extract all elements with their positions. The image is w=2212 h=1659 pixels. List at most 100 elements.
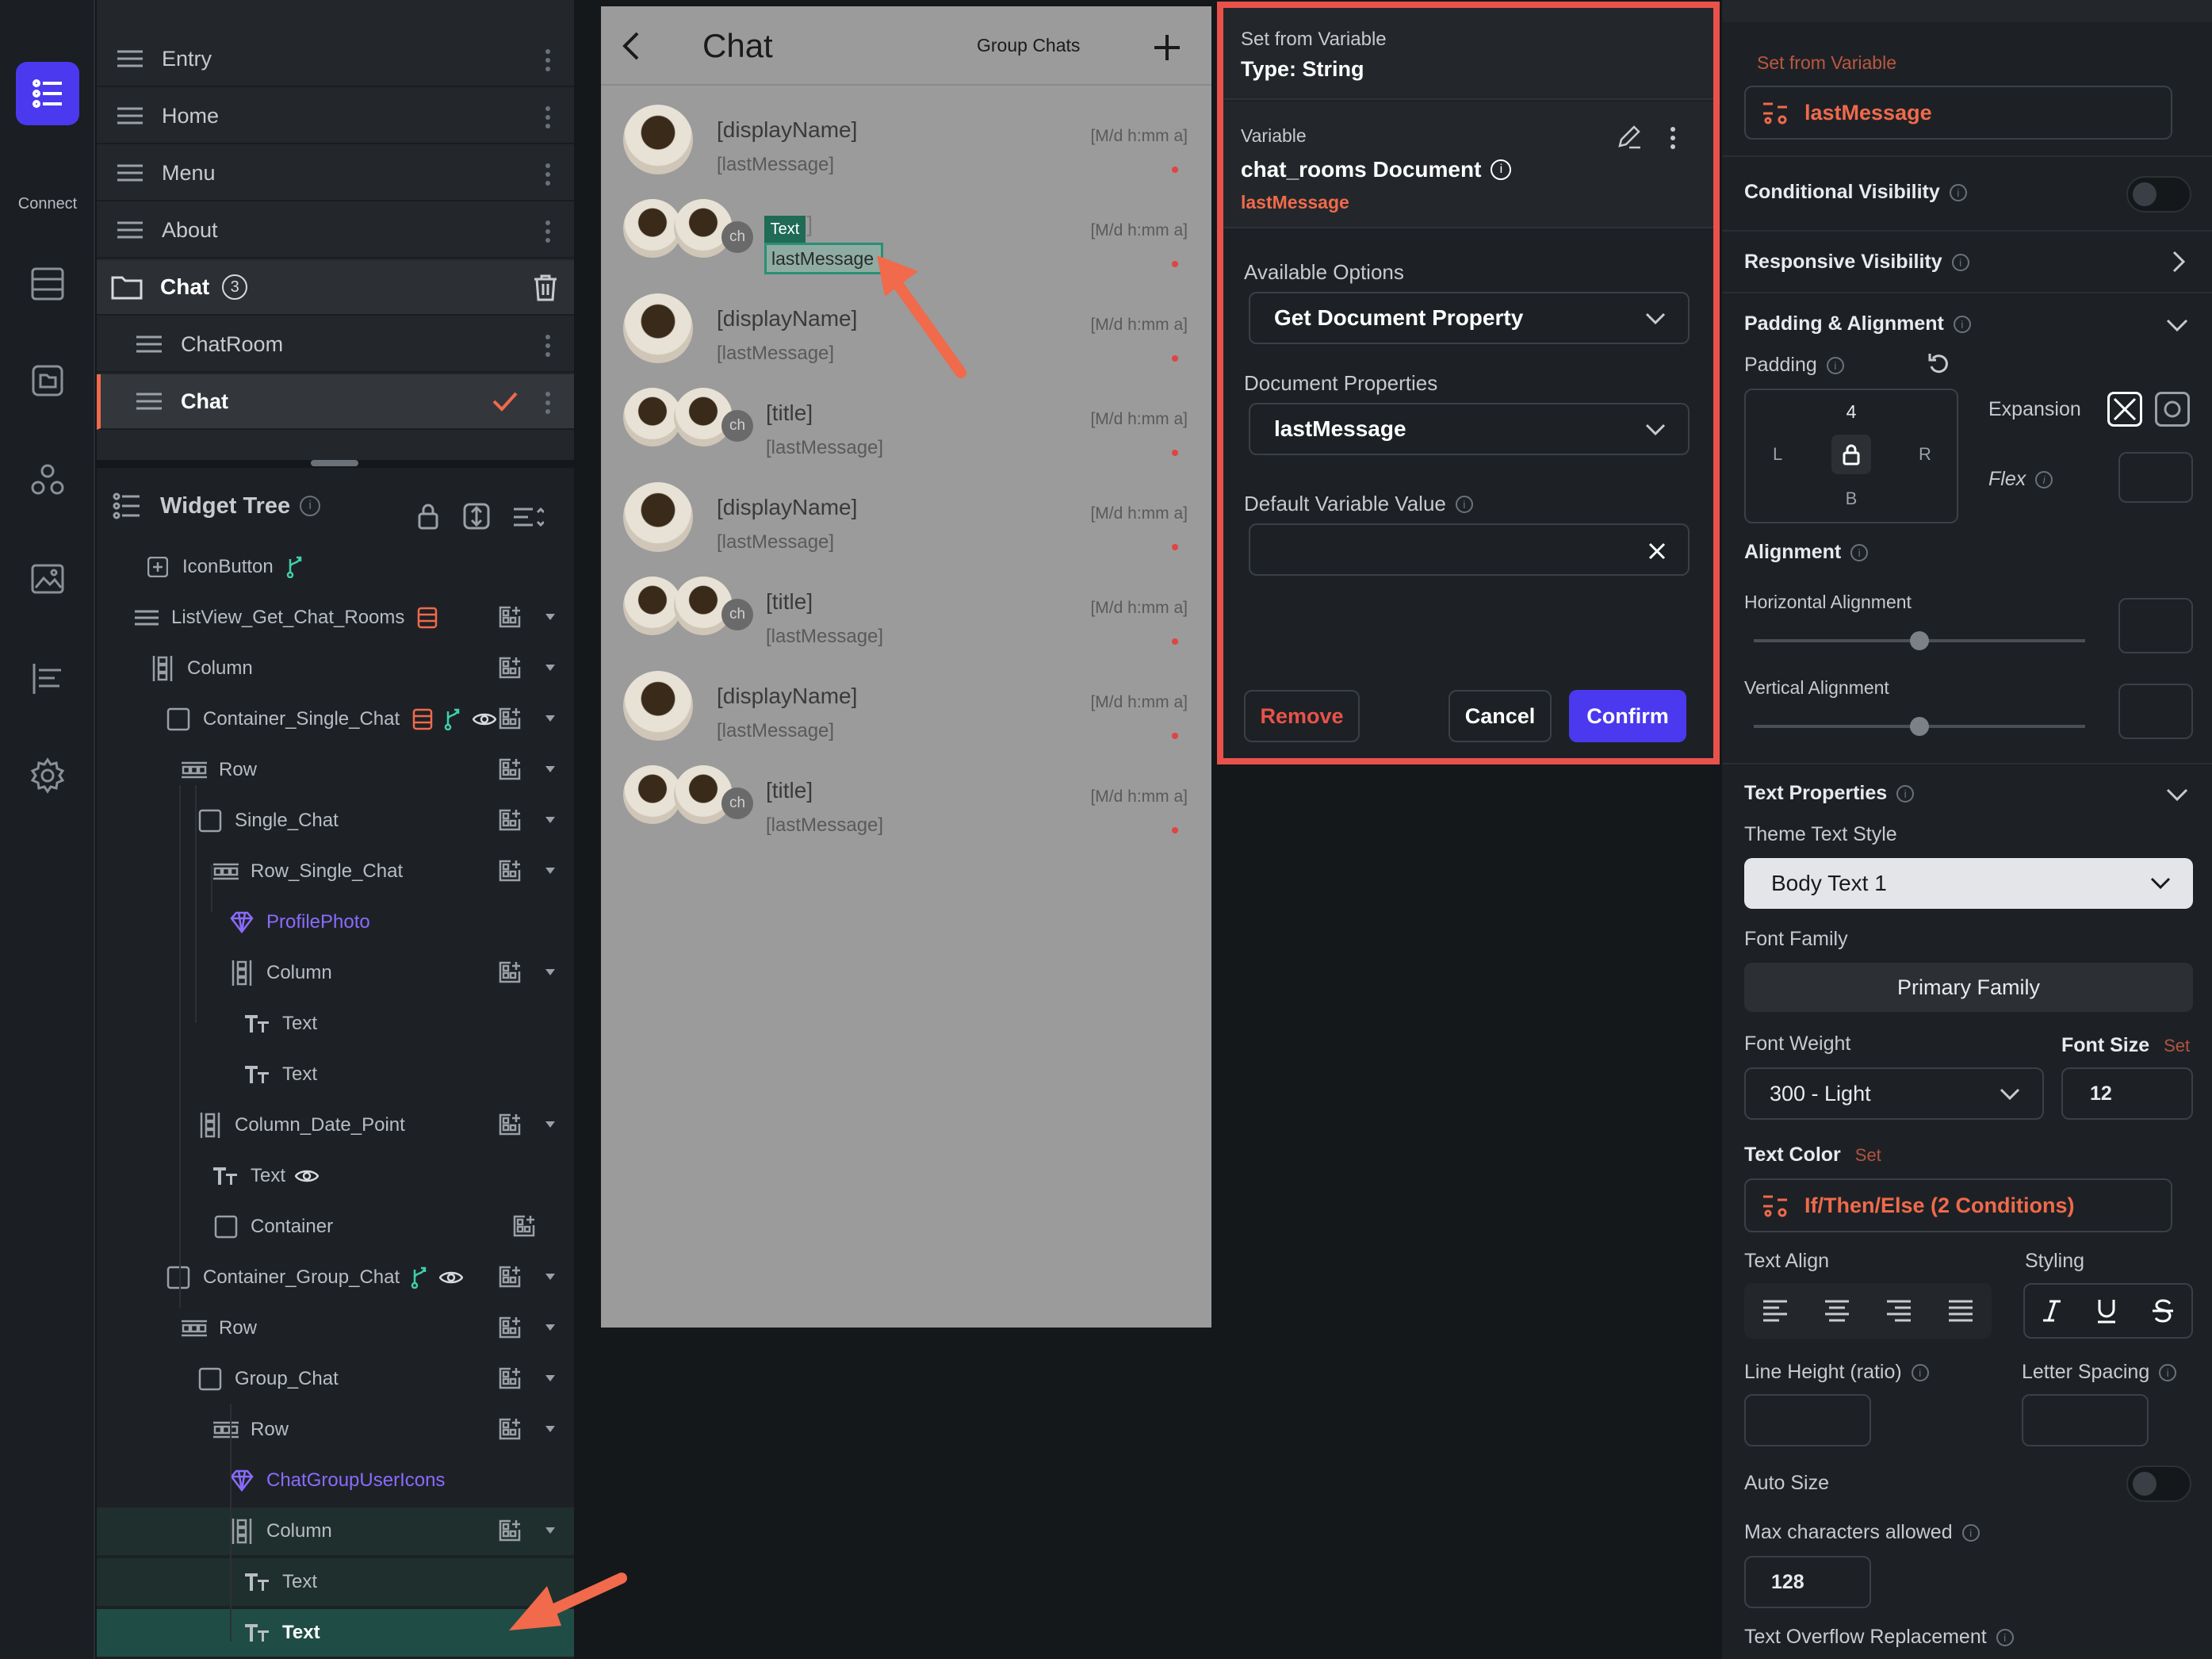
tree-node-text[interactable]: Text (97, 1000, 574, 1048)
visibility-eye-icon[interactable] (295, 1168, 320, 1184)
tree-node-column[interactable]: Column_Date_Point (97, 1102, 574, 1149)
more-vertical-icon[interactable] (545, 335, 550, 357)
tree-node-row[interactable]: Row_Single_Chat (97, 848, 574, 895)
lock-icon[interactable] (417, 503, 439, 530)
add-child-icon[interactable] (498, 757, 522, 781)
variable-binding-field[interactable]: lastMessage (1744, 86, 2172, 140)
align-left-icon[interactable] (1762, 1299, 1789, 1323)
strikethrough-icon[interactable] (2151, 1299, 2175, 1323)
selected-text-widget[interactable]: lastMessage (764, 243, 883, 274)
chat-list-item[interactable]: ch [title] [lastMessage] [M/d h:mm a] (601, 567, 1211, 661)
padding-box[interactable]: 4 L R B (1744, 389, 1958, 523)
add-child-icon[interactable] (498, 1519, 522, 1542)
more-vertical-icon[interactable] (1670, 127, 1675, 149)
back-arrow-icon[interactable] (622, 32, 641, 60)
page-item-home[interactable]: Home (97, 89, 574, 144)
properties-tabs[interactable] (1722, 0, 2212, 22)
more-vertical-icon[interactable] (545, 106, 550, 128)
visibility-eye-icon[interactable] (473, 711, 497, 727)
theme-text-style-dropdown[interactable]: Body Text 1 (1744, 858, 2193, 909)
add-child-icon[interactable] (498, 1113, 522, 1136)
info-icon[interactable]: i (1455, 495, 1473, 513)
clear-x-icon[interactable] (1648, 542, 1666, 560)
tree-node-listview[interactable]: ListView_Get_Chat_Rooms (97, 594, 574, 642)
add-child-icon[interactable] (498, 859, 522, 883)
align-right-icon[interactable] (1885, 1299, 1912, 1323)
slider-knob[interactable] (1910, 717, 1929, 736)
page-item-menu[interactable]: Menu (97, 146, 574, 201)
align-justify-icon[interactable] (1947, 1299, 1974, 1323)
storage-icon[interactable] (16, 349, 79, 412)
letter-spacing-input[interactable] (2022, 1394, 2149, 1446)
reset-icon[interactable] (1927, 352, 1950, 376)
font-family-button[interactable]: Primary Family (1744, 963, 2193, 1012)
trash-icon[interactable] (533, 274, 558, 301)
horizontal-alignment-slider[interactable] (1754, 631, 2085, 650)
conditional-branch-icon[interactable] (286, 556, 305, 578)
text-properties-label[interactable]: Text Properties i (1744, 782, 1915, 805)
slider-knob[interactable] (1910, 631, 1929, 650)
expand-collapse-icon[interactable] (463, 503, 490, 530)
horizontal-alignment-input[interactable] (2118, 598, 2193, 653)
tree-node-container[interactable]: Container (97, 1203, 574, 1251)
font-size-input[interactable]: 12 (2061, 1067, 2193, 1120)
conditional-visibility-toggle[interactable] (2126, 176, 2191, 213)
tree-node-text[interactable]: Text (97, 1558, 574, 1606)
page-item-entry[interactable]: Entry (97, 32, 574, 87)
caret-down-icon[interactable] (545, 1324, 555, 1331)
chat-list-item[interactable]: [displayName] [lastMessage] [M/d h:mm a] (601, 661, 1211, 755)
caret-down-icon[interactable] (545, 665, 555, 671)
tree-node-column[interactable]: Column (97, 645, 574, 692)
edit-pencil-icon[interactable] (1615, 124, 1642, 151)
vertical-alignment-input[interactable] (2118, 684, 2193, 739)
chat-list-item[interactable]: ch [title] [lastMessage] [M/d h:mm a] (601, 756, 1211, 849)
add-child-icon[interactable] (498, 605, 522, 629)
actions-icon[interactable] (16, 647, 79, 711)
caret-down-icon[interactable] (545, 969, 555, 975)
caret-down-icon[interactable] (545, 1426, 555, 1432)
caret-down-icon[interactable] (545, 817, 555, 823)
tree-node-icon-button[interactable]: IconButton (97, 543, 574, 591)
backend-query-icon[interactable] (412, 708, 433, 730)
add-icon[interactable] (1153, 33, 1181, 62)
padding-alignment-label[interactable]: Padding & Alignment i (1744, 312, 1971, 335)
settings-gear-icon[interactable] (16, 744, 79, 807)
add-child-icon[interactable] (498, 1366, 522, 1390)
page-item-about[interactable]: About (97, 203, 574, 259)
database-icon[interactable] (16, 252, 79, 316)
media-assets-icon[interactable] (16, 547, 79, 611)
cancel-button[interactable]: Cancel (1449, 690, 1552, 742)
align-center-icon[interactable] (1824, 1299, 1850, 1323)
tree-node-text[interactable]: Text (97, 1609, 574, 1657)
auto-size-toggle[interactable] (2126, 1466, 2191, 1502)
tree-node-text[interactable]: Text (97, 1152, 574, 1200)
caret-down-icon[interactable] (545, 614, 555, 620)
backend-query-icon[interactable] (417, 607, 438, 629)
page-item-chatroom[interactable]: ChatRoom (97, 317, 574, 373)
search-pages-input[interactable] (113, 0, 557, 24)
flex-input[interactable] (2118, 452, 2193, 503)
max-chars-input[interactable]: 128 (1744, 1556, 1871, 1608)
chevron-right-icon[interactable] (2172, 251, 2185, 273)
caret-down-icon[interactable] (545, 715, 555, 722)
chat-list-item[interactable]: [displayName] [lastMessage] [M/d h:mm a] (601, 473, 1211, 566)
conditional-branch-icon[interactable] (444, 708, 463, 730)
widget-tree-nav-icon[interactable] (16, 62, 79, 125)
add-child-icon[interactable] (498, 1265, 522, 1289)
tree-node-row[interactable]: Row (97, 746, 574, 794)
conditional-branch-icon[interactable] (411, 1266, 430, 1289)
add-child-icon[interactable] (498, 960, 522, 984)
padding-top-value[interactable]: 4 (1746, 401, 1957, 423)
chevron-down-icon[interactable] (2166, 788, 2188, 801)
text-color-binding-field[interactable]: If/Then/Else (2 Conditions) (1744, 1178, 2172, 1232)
add-child-icon[interactable] (498, 1417, 522, 1441)
info-icon[interactable]: i (300, 496, 321, 516)
padding-lock-button[interactable] (1831, 435, 1871, 474)
visibility-eye-icon[interactable] (439, 1270, 464, 1285)
page-item-chat-selected[interactable]: Chat (97, 374, 574, 430)
padding-right-value[interactable]: R (1919, 444, 1931, 465)
more-vertical-icon[interactable] (545, 392, 550, 414)
chevron-down-icon[interactable] (2166, 319, 2188, 331)
add-child-icon[interactable] (498, 1316, 522, 1339)
tree-node-container[interactable]: Container_Single_Chat (97, 695, 574, 743)
